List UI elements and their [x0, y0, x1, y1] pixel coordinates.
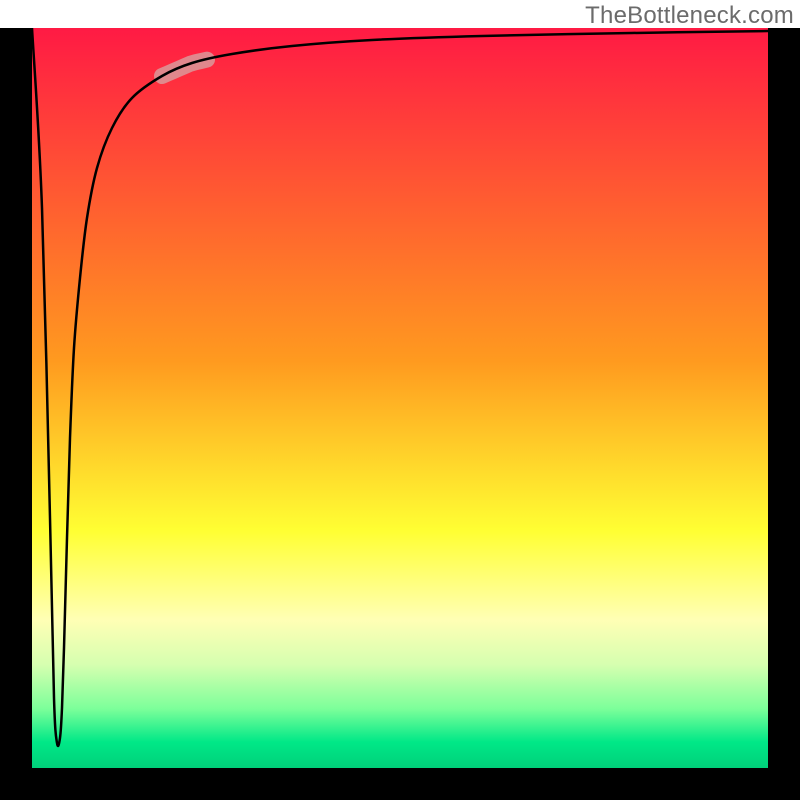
chart-stage: TheBottleneck.com: [0, 0, 800, 800]
chart-frame: [0, 28, 800, 800]
watermark-text: TheBottleneck.com: [585, 2, 794, 30]
plot-svg: [32, 28, 768, 768]
gradient-background: [32, 28, 768, 768]
plot-area: [32, 28, 768, 768]
